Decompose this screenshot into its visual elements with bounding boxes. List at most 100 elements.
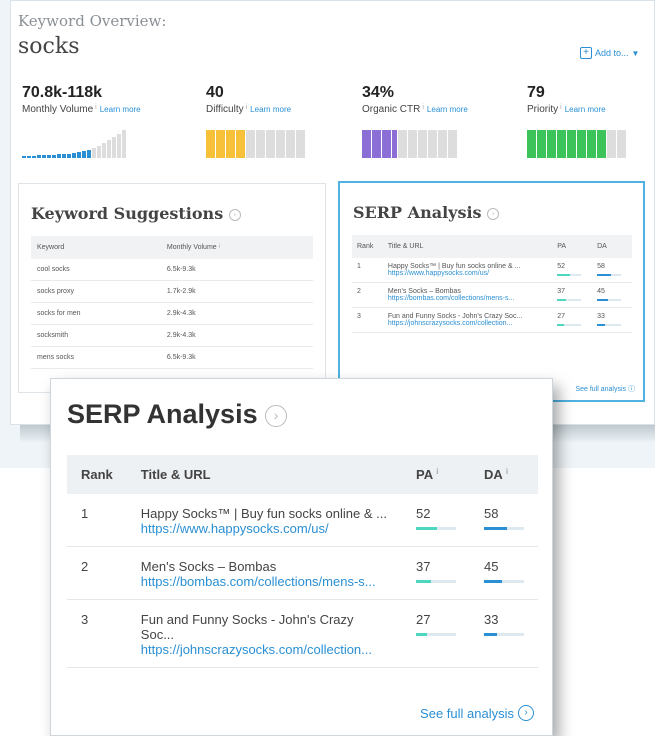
- da-bar: [484, 633, 524, 636]
- column-header: Keyword: [31, 236, 161, 259]
- metric-value: 34%: [362, 84, 395, 101]
- keyword-cell: socks proxy: [31, 280, 161, 303]
- learn-more-link[interactable]: Learn more: [565, 105, 606, 114]
- rank-cell: 3: [67, 599, 127, 668]
- table-row[interactable]: cool socks 6.5k-9.3k: [31, 259, 313, 281]
- table-row[interactable]: mens socks 6.5k-9.3k: [31, 346, 313, 369]
- keyword-cell: socksmith: [31, 324, 161, 347]
- volume-cell: 6.5k-9.3k: [160, 259, 313, 281]
- rank-cell: 3: [352, 307, 383, 333]
- da-value: 45: [597, 288, 605, 295]
- column-header: PA: [552, 235, 593, 258]
- column-header: DA i: [470, 455, 538, 494]
- result-url[interactable]: https://bombas.com/collections/mens-s...: [141, 574, 388, 589]
- da-value: 33: [597, 313, 605, 320]
- rank-cell: 1: [67, 494, 127, 547]
- result-title: Fun and Funny Socks - John's Crazy Soc..…: [387, 313, 523, 320]
- learn-more-link[interactable]: Learn more: [100, 105, 141, 114]
- metric-value: 70.8k-118k: [22, 84, 103, 101]
- result-url[interactable]: https://bombas.com/collections/mens-s...: [388, 295, 547, 302]
- table-row[interactable]: 2 Men's Socks – Bombas https://bombas.com…: [352, 282, 632, 308]
- metric-value: 79: [527, 84, 545, 101]
- priority-bars: [527, 130, 627, 158]
- metric-priority: 79 Priority i Learn more: [527, 84, 606, 115]
- result-url[interactable]: https://www.happysocks.com/us/: [141, 521, 388, 536]
- result-url[interactable]: https://johnscrazysocks.com/collection..…: [141, 642, 388, 657]
- pa-value: 27: [557, 313, 566, 320]
- metric-organic-ctr: 34% Organic CTR i Learn more: [362, 84, 468, 115]
- serp-analysis-card-small: SERP Analysis › Rank Title & URL PA DA 1…: [338, 181, 645, 402]
- metric-label: Priority: [527, 104, 559, 115]
- da-bar: [484, 580, 524, 583]
- table-row[interactable]: 1 Happy Socks™ | Buy fun socks online & …: [67, 494, 538, 547]
- learn-more-link[interactable]: Learn more: [250, 105, 291, 114]
- see-full-analysis-link[interactable]: See full analysis ›: [420, 705, 534, 721]
- result-url[interactable]: https://johnscrazysocks.com/collection..…: [388, 320, 547, 327]
- da-bar: [484, 527, 524, 530]
- da-value: 33: [484, 612, 499, 627]
- table-row[interactable]: 3 Fun and Funny Socks - John's Crazy Soc…: [67, 599, 538, 668]
- result-title: Men's Socks – Bombas: [387, 288, 461, 295]
- metric-value: 40: [206, 84, 224, 101]
- metric-monthly-volume: 70.8k-118k Monthly Volume i Learn more: [22, 84, 141, 115]
- table-row[interactable]: socks proxy 1.7k-2.9k: [31, 280, 313, 303]
- keyword-cell: mens socks: [31, 346, 161, 369]
- add-to-button[interactable]: + Add to... ▼: [580, 47, 639, 59]
- column-header: Title & URL: [382, 235, 553, 258]
- pa-bar: [416, 580, 456, 583]
- table-row[interactable]: 1 Happy Socks™ | Buy fun socks online & …: [352, 258, 632, 283]
- column-header: Rank: [352, 235, 383, 258]
- da-value: 58: [484, 506, 499, 521]
- see-full-analysis-link-small[interactable]: See full analysis ⓘ: [575, 384, 635, 394]
- result-title: Fun and Funny Socks - John's Crazy Soc..…: [140, 612, 354, 642]
- da-value: 45: [484, 559, 499, 574]
- volume-bars: [22, 130, 127, 158]
- result-url[interactable]: https://www.happysocks.com/us/: [388, 270, 547, 277]
- column-header: Title & URL: [126, 455, 402, 494]
- chevron-right-circle-icon: ›: [518, 705, 534, 721]
- pa-bar: [557, 324, 582, 326]
- volume-cell: 2.9k-4.3k: [160, 302, 313, 325]
- ctr-bars: [362, 130, 458, 158]
- metric-difficulty: 40 Difficulty i Learn more: [206, 84, 291, 115]
- pa-value: 37: [416, 559, 431, 574]
- table-row[interactable]: socksmith 2.9k-4.3k: [31, 324, 313, 347]
- chevron-right-icon[interactable]: ›: [265, 404, 288, 427]
- serp-table-small: Rank Title & URL PA DA 1 Happy Socks™ | …: [352, 235, 632, 333]
- result-title: Happy Socks™ | Buy fun socks online & ..…: [387, 263, 521, 270]
- page-title: Keyword Overview:: [18, 12, 167, 30]
- column-header: Rank: [67, 455, 127, 494]
- table-row[interactable]: 2 Men's Socks – Bombas https://bombas.com…: [67, 546, 538, 600]
- column-header: DA: [592, 235, 632, 258]
- chevron-right-icon[interactable]: ›: [487, 207, 500, 220]
- column-header: PA i: [402, 455, 470, 494]
- difficulty-bars: [206, 130, 306, 158]
- volume-cell: 2.9k-4.3k: [160, 324, 313, 347]
- add-to-label: Add to...: [595, 48, 629, 58]
- table-row[interactable]: 3 Fun and Funny Socks - John's Crazy Soc…: [352, 307, 632, 333]
- rank-cell: 2: [352, 282, 383, 308]
- metric-label: Monthly Volume: [22, 104, 94, 115]
- result-title: Men's Socks – Bombas: [140, 559, 277, 574]
- keyword-suggestions-card: Keyword Suggestions › Keyword Monthly Vo…: [18, 183, 326, 393]
- plus-icon: +: [580, 47, 592, 59]
- da-value: 58: [597, 263, 605, 270]
- result-title: Happy Socks™ | Buy fun socks online & ..…: [140, 506, 387, 521]
- info-icon: i: [245, 104, 248, 111]
- table-row[interactable]: socks for men 2.9k-4.3k: [31, 302, 313, 325]
- serp-table: Rank Title & URL PA i DA i 1 Happy Socks…: [67, 455, 538, 668]
- pa-value: 52: [416, 506, 431, 521]
- info-icon: i: [95, 104, 97, 111]
- learn-more-link[interactable]: Learn more: [427, 105, 468, 114]
- card-title: SERP Analysis ›: [353, 203, 500, 222]
- card-title: Keyword Suggestions ›: [31, 204, 241, 223]
- info-icon: i: [422, 104, 424, 111]
- serp-analysis-card-zoomed: SERP Analysis › Rank Title & URL PA i DA…: [50, 378, 553, 736]
- chevron-right-icon[interactable]: ›: [228, 208, 241, 221]
- pa-value: 52: [557, 263, 566, 270]
- volume-cell: 1.7k-2.9k: [160, 280, 313, 303]
- rank-cell: 1: [352, 258, 383, 283]
- metric-label: Organic CTR: [362, 104, 421, 115]
- keyword-cell: cool socks: [31, 259, 161, 281]
- pa-bar: [557, 274, 582, 276]
